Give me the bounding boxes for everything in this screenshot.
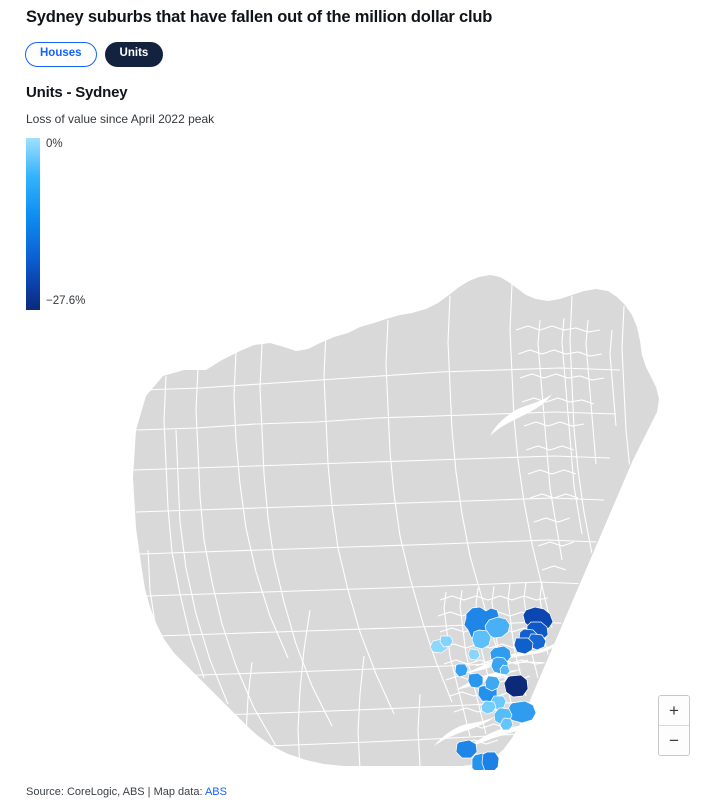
color-legend: 0% −27.6% [26,138,136,313]
zoom-in-button[interactable]: + [659,696,689,726]
map-region[interactable] [467,672,484,689]
legend-label-max: 0% [46,138,63,150]
zoom-out-button[interactable]: − [659,726,689,755]
page-title: Sydney suburbs that have fallen out of t… [26,8,493,26]
abs-link[interactable]: ABS [205,786,227,798]
toggle-houses[interactable]: Houses [25,42,97,67]
map-description: Loss of value since April 2022 peak [26,112,215,126]
map-region[interactable] [499,664,511,676]
source-text: Source: CoreLogic, ABS | Map data: [26,786,205,798]
map-region[interactable] [481,751,500,770]
source-attribution: Source: CoreLogic, ABS | Map data: ABS [26,786,227,798]
property-type-toggle-group: Houses Units [25,42,164,67]
legend-gradient-bar [26,138,40,310]
map-zoom-controls: + − [658,695,690,756]
legend-label-min: −27.6% [46,295,86,307]
map-subtitle: Units - Sydney [26,84,128,101]
map-region[interactable] [455,739,478,759]
toggle-units[interactable]: Units [104,42,164,67]
